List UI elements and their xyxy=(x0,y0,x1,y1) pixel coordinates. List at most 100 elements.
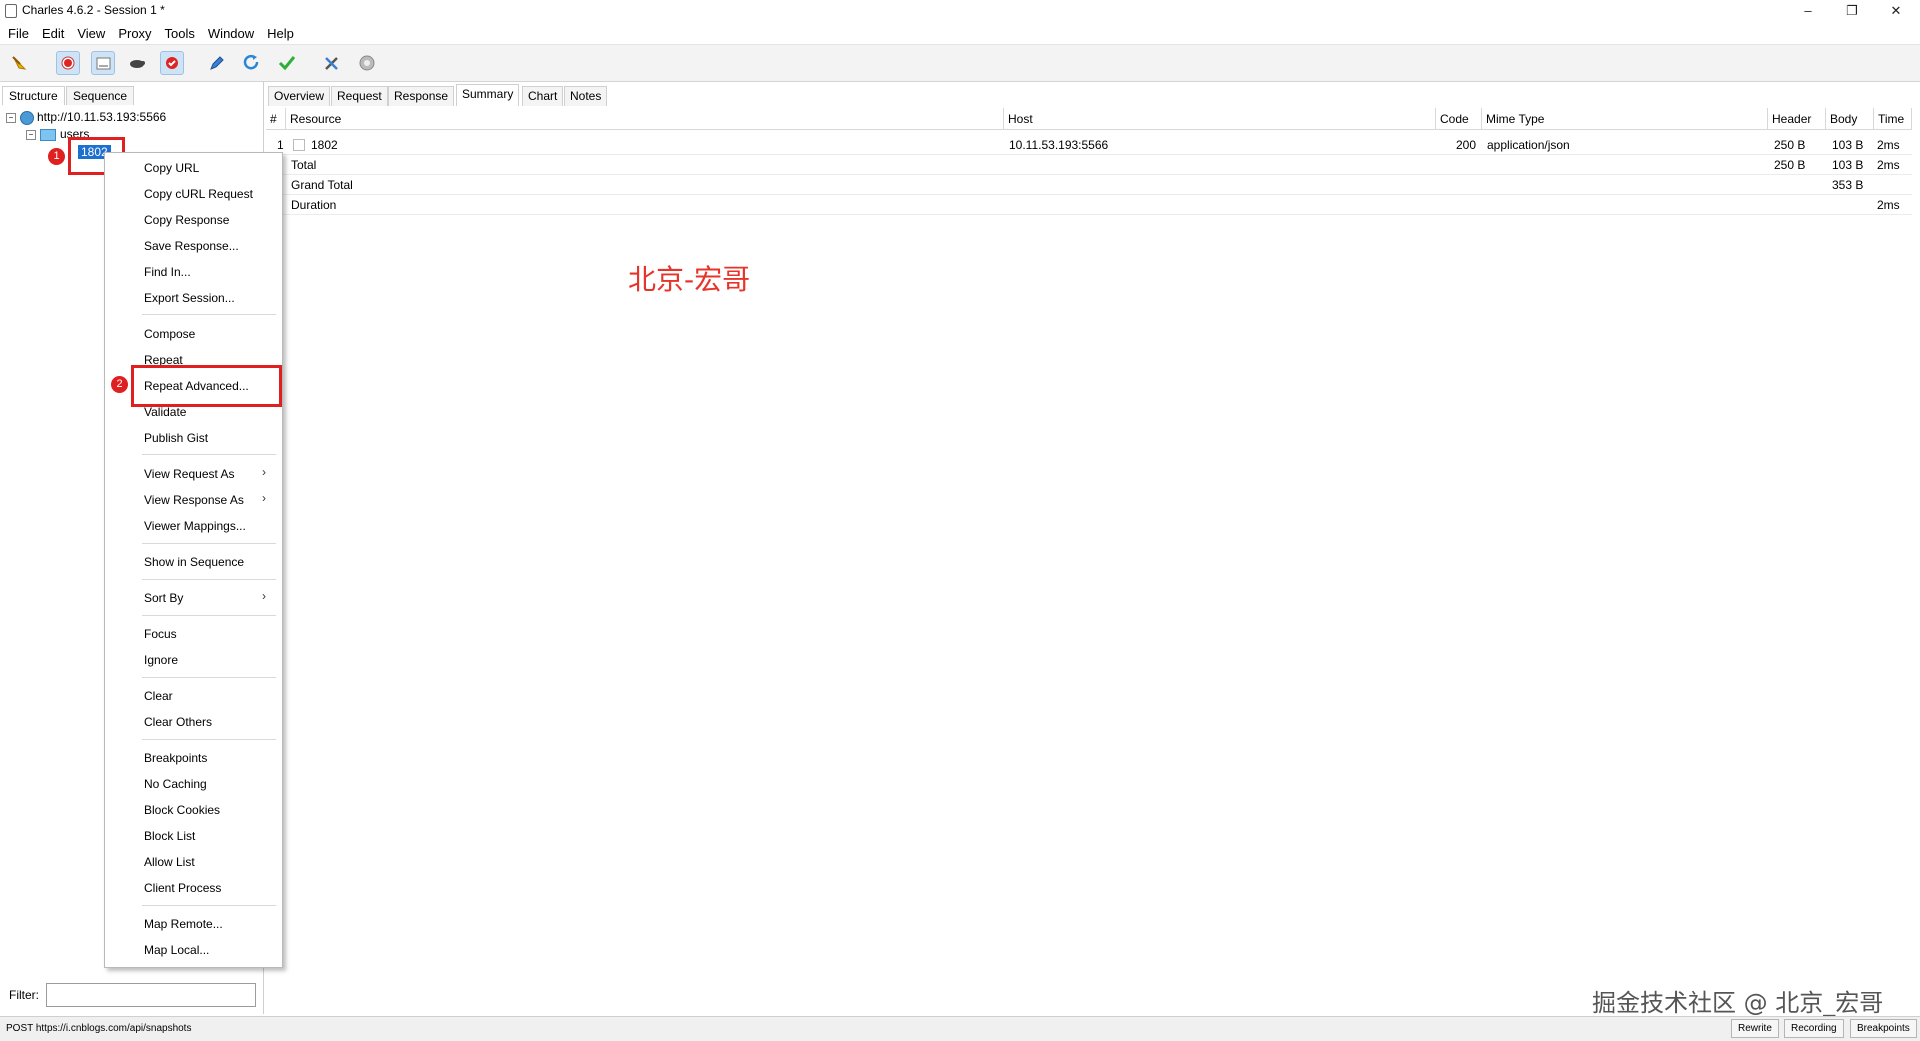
cell-body: 103 B xyxy=(1832,158,1864,172)
menu-item-view-response-as[interactable]: View Response As xyxy=(144,491,244,509)
step-badge-2: 2 xyxy=(111,376,128,393)
tab-request[interactable]: Request xyxy=(331,86,388,106)
cell-header: 250 B xyxy=(1774,158,1806,172)
status-text: POST https://i.cnblogs.com/api/snapshots xyxy=(6,1023,192,1034)
menu-window[interactable]: Window xyxy=(200,24,259,41)
recording-button[interactable]: Recording xyxy=(1784,1019,1844,1038)
pen-icon[interactable] xyxy=(205,51,229,75)
cell-mime: application/json xyxy=(1487,138,1570,152)
document-icon xyxy=(293,139,305,151)
globe-icon xyxy=(20,110,34,125)
menu-separator xyxy=(142,579,276,580)
watermark-corner: 掘金技术社区 @ 北京_宏哥 xyxy=(1592,989,1884,1017)
col-header-time[interactable]: Time xyxy=(1874,108,1912,130)
cell-resource: Duration xyxy=(291,198,337,212)
cell-body: 353 B xyxy=(1832,178,1864,192)
menu-item-copy-curl[interactable]: Copy cURL Request xyxy=(144,185,253,203)
menu-item-focus[interactable]: Focus xyxy=(144,625,177,643)
menu-item-allow-list[interactable]: Allow List xyxy=(144,853,195,871)
tools-icon[interactable] xyxy=(320,51,344,75)
menu-item-copy-url[interactable]: Copy URL xyxy=(144,159,199,177)
menu-help[interactable]: Help xyxy=(259,24,299,41)
status-bar: POST https://i.cnblogs.com/api/snapshots xyxy=(0,1016,1920,1041)
minimize-icon[interactable]: – xyxy=(1786,0,1830,22)
tab-notes[interactable]: Notes xyxy=(564,86,608,106)
col-header-body[interactable]: Body xyxy=(1826,108,1874,130)
tree-host-node[interactable]: − http://10.11.53.193:5566 xyxy=(6,109,166,125)
record-icon[interactable] xyxy=(56,51,80,75)
window-title: Charles 4.6.2 - Session 1 * xyxy=(22,3,165,17)
menu-item-no-caching[interactable]: No Caching xyxy=(144,775,207,793)
menu-item-viewer-mappings[interactable]: Viewer Mappings... xyxy=(144,517,246,535)
cell-code: 200 xyxy=(1456,138,1477,152)
cell-host: 10.11.53.193:5566 xyxy=(1009,138,1109,152)
menu-item-ignore[interactable]: Ignore xyxy=(144,651,178,669)
menu-view[interactable]: View xyxy=(69,24,110,41)
col-header-num[interactable]: # xyxy=(266,108,286,130)
tab-response[interactable]: Response xyxy=(388,86,455,106)
menu-file[interactable]: File xyxy=(0,24,34,41)
cell-resource: Grand Total xyxy=(291,178,353,192)
menu-item-copy-response[interactable]: Copy Response xyxy=(144,211,229,229)
row-divider xyxy=(266,154,1912,155)
collapse-icon[interactable]: − xyxy=(26,129,36,140)
title-bar: Charles 4.6.2 - Session 1 * – ❐ ✕ xyxy=(0,0,1920,22)
check-icon[interactable] xyxy=(275,51,299,75)
settings-icon[interactable] xyxy=(355,51,379,75)
breakpoint-icon[interactable] xyxy=(160,51,184,75)
menu-separator xyxy=(142,905,276,906)
tab-overview[interactable]: Overview xyxy=(268,86,331,106)
tab-summary[interactable]: Summary xyxy=(456,84,520,106)
menu-item-breakpoints[interactable]: Breakpoints xyxy=(144,749,207,767)
col-header-resource[interactable]: Resource xyxy=(286,108,1004,130)
breakpoints-button[interactable]: Breakpoints xyxy=(1850,1019,1917,1038)
tab-chart[interactable]: Chart xyxy=(522,86,564,106)
row-divider xyxy=(266,194,1912,195)
menu-item-compose[interactable]: Compose xyxy=(144,325,195,343)
menu-tools[interactable]: Tools xyxy=(157,24,200,41)
menu-item-client-process[interactable]: Client Process xyxy=(144,879,221,897)
filter-label: Filter: xyxy=(9,988,39,1002)
col-header-host[interactable]: Host xyxy=(1004,108,1436,130)
row-divider xyxy=(266,214,1912,215)
tab-sequence[interactable]: Sequence xyxy=(66,86,135,105)
step-badge-1: 1 xyxy=(48,148,65,165)
rewrite-button[interactable]: Rewrite xyxy=(1731,1019,1779,1038)
col-header-code[interactable]: Code xyxy=(1436,108,1482,130)
menu-edit[interactable]: Edit xyxy=(34,24,69,41)
menu-item-clear-others[interactable]: Clear Others xyxy=(144,713,212,731)
menu-item-map-local[interactable]: Map Local... xyxy=(144,941,209,959)
menu-item-view-request-as[interactable]: View Request As xyxy=(144,465,235,483)
menu-item-export-session[interactable]: Export Session... xyxy=(144,289,235,307)
charles-app-icon xyxy=(5,4,17,18)
menu-separator xyxy=(142,677,276,678)
filter-input[interactable] xyxy=(46,983,256,1007)
menu-item-save-response[interactable]: Save Response... xyxy=(144,237,239,255)
menu-item-map-remote[interactable]: Map Remote... xyxy=(144,915,223,933)
collapse-icon[interactable]: − xyxy=(6,112,16,123)
menu-item-find-in[interactable]: Find In... xyxy=(144,263,191,281)
menu-proxy[interactable]: Proxy xyxy=(110,24,156,41)
tab-structure[interactable]: Structure xyxy=(2,86,65,105)
menu-separator xyxy=(142,314,276,315)
cell-body: 103 B xyxy=(1832,138,1864,152)
menu-item-publish-gist[interactable]: Publish Gist xyxy=(144,429,208,447)
cell-time: 2ms xyxy=(1877,198,1900,212)
refresh-icon[interactable] xyxy=(240,51,264,75)
watermark-center: 北京-宏哥 xyxy=(628,263,751,296)
submenu-arrow-icon: › xyxy=(262,491,266,505)
menu-item-block-list[interactable]: Block List xyxy=(144,827,195,845)
toolbar xyxy=(0,45,1920,82)
col-header-mime[interactable]: Mime Type xyxy=(1482,108,1768,130)
menu-item-clear[interactable]: Clear xyxy=(144,687,173,705)
close-icon[interactable]: ✕ xyxy=(1874,0,1918,22)
menu-item-sort-by[interactable]: Sort By xyxy=(144,589,183,607)
menu-item-show-in-sequence[interactable]: Show in Sequence xyxy=(144,553,244,571)
menu-item-block-cookies[interactable]: Block Cookies xyxy=(144,801,220,819)
turtle-icon[interactable] xyxy=(125,51,149,75)
col-header-header[interactable]: Header xyxy=(1768,108,1826,130)
restore-icon[interactable]: ❐ xyxy=(1830,0,1874,22)
submenu-arrow-icon: › xyxy=(262,589,266,603)
broom-icon[interactable] xyxy=(8,51,32,75)
throttle-icon[interactable] xyxy=(91,51,115,75)
